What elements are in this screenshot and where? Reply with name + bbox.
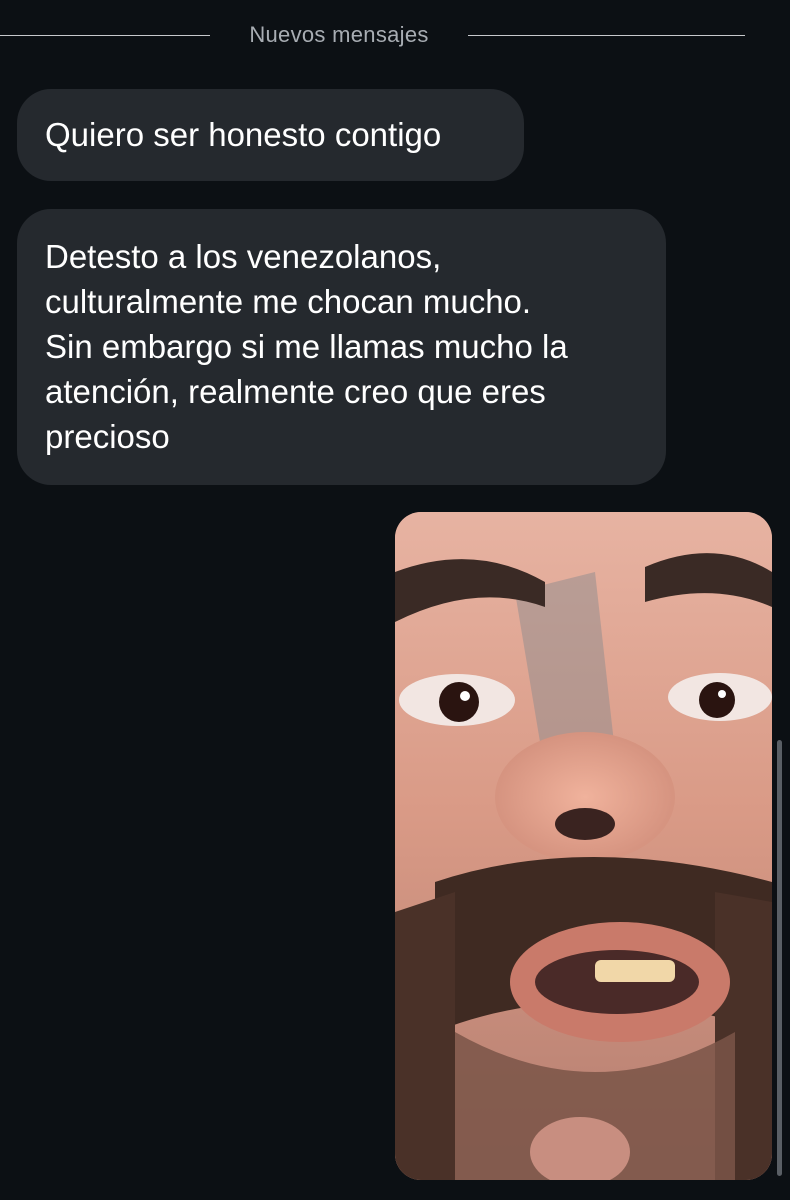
new-messages-divider: Nuevos mensajes: [0, 18, 790, 54]
scrollbar[interactable]: [777, 740, 782, 1176]
message-text-line: atención, realmente creo que eres: [45, 373, 546, 410]
message-text-line: Detesto a los venezolanos,: [45, 238, 442, 275]
message-bubble-2[interactable]: Detesto a los venezolanos, culturalmente…: [17, 209, 666, 485]
message-text: Quiero ser honesto contigo: [45, 116, 442, 153]
face-photo: [395, 512, 772, 1180]
video-message-thumbnail[interactable]: [395, 512, 772, 1180]
message-bubble-1[interactable]: Quiero ser honesto contigo: [17, 89, 524, 181]
divider-line-left: [0, 35, 210, 36]
message-text-line: Sin embargo si me llamas mucho la: [45, 328, 568, 365]
message-text-line: culturalmente me chocan mucho.: [45, 283, 532, 320]
new-messages-label: Nuevos mensajes: [249, 22, 429, 47]
divider-line-right: [468, 35, 745, 36]
message-text-line: precioso: [45, 418, 170, 455]
